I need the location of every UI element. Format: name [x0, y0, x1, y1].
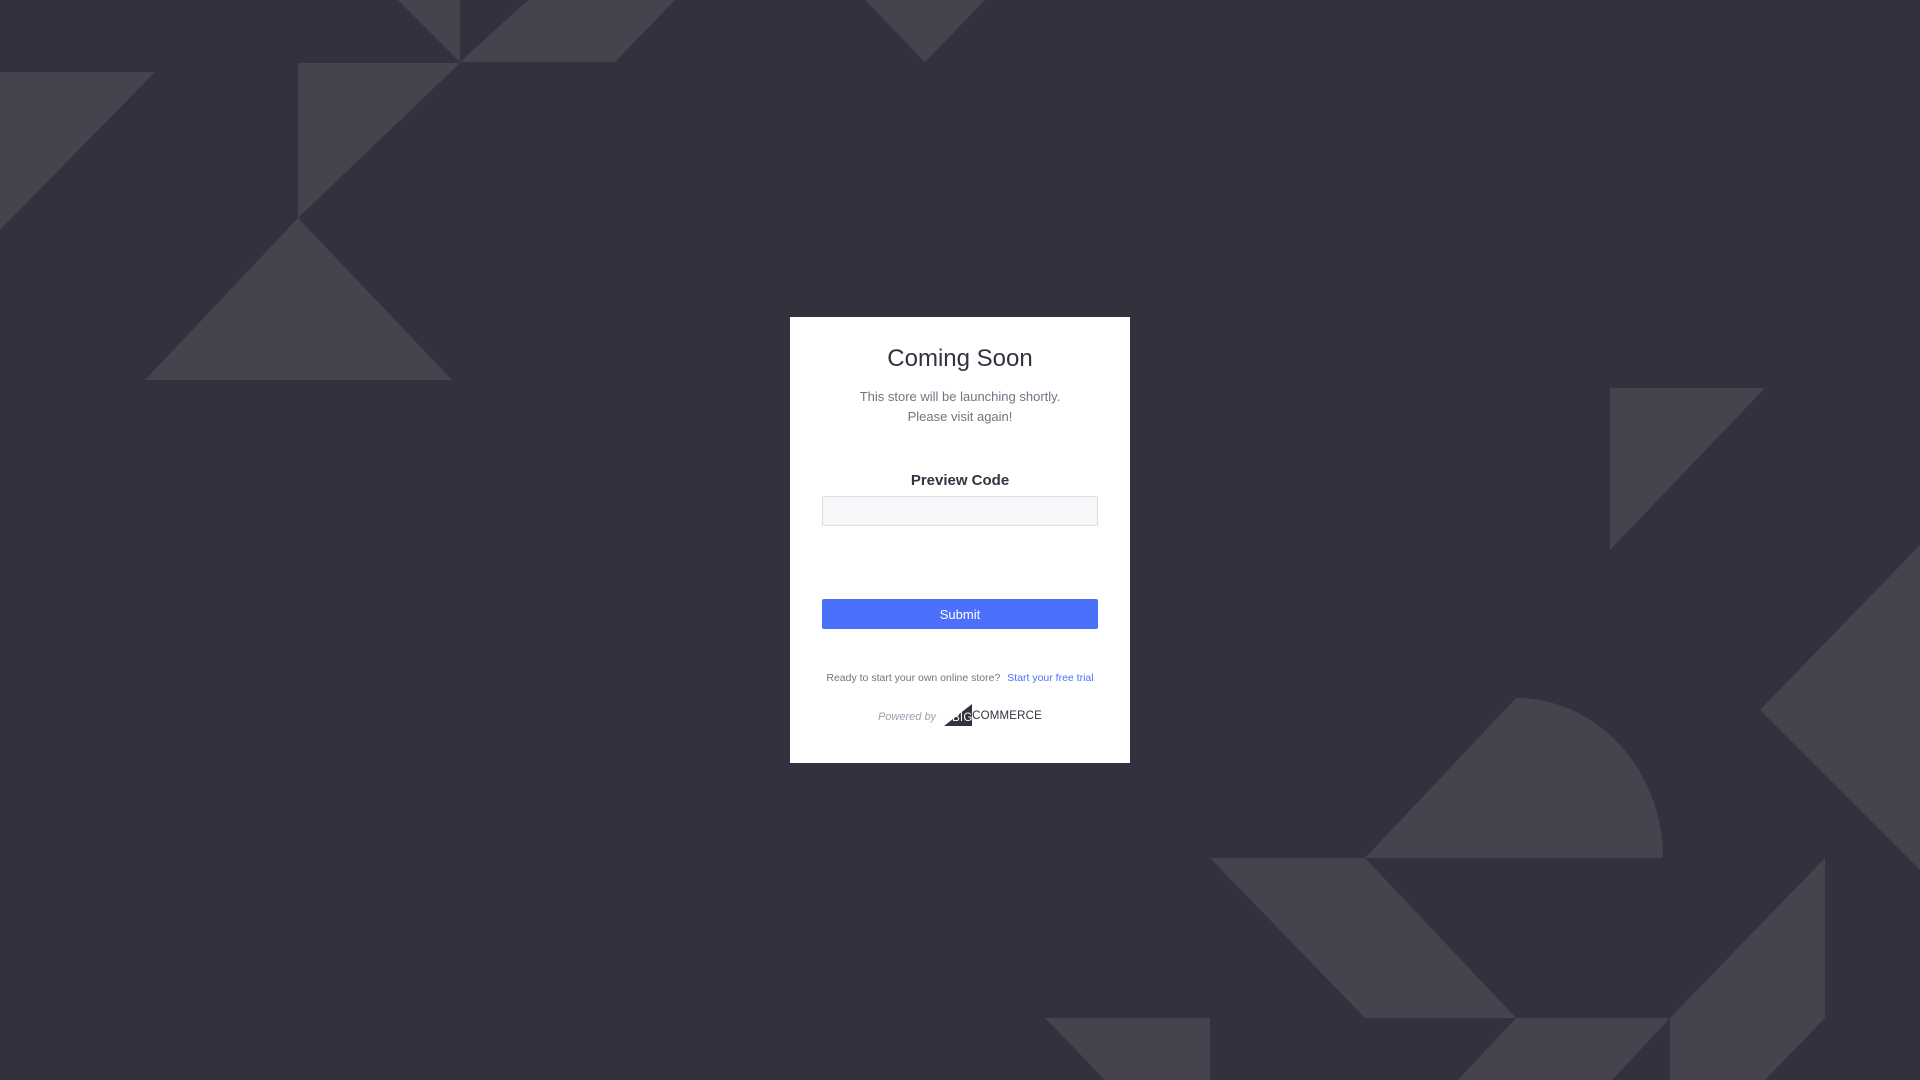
submit-button[interactable]: Submit [822, 599, 1098, 629]
preview-code-label: Preview Code [910, 472, 1010, 489]
logo-commerce-text: COMMERCE [972, 709, 1043, 722]
launch-message: This store will be launching shortly. [859, 389, 1061, 404]
bigcommerce-triangle-icon: BIG [944, 704, 972, 726]
free-trial-row: Ready to start your own online store? St… [790, 672, 1130, 684]
bigcommerce-logo[interactable]: BIG COMMERCE [944, 704, 1042, 726]
visit-again-message: Please visit again! [907, 409, 1013, 424]
free-trial-link[interactable]: Start your free trial [1007, 672, 1093, 684]
preview-code-input[interactable] [822, 496, 1098, 526]
coming-soon-card: Coming Soon This store will be launching… [790, 317, 1130, 763]
logo-big-text: BIG [952, 712, 973, 724]
page-title: Coming Soon [887, 345, 1033, 372]
powered-by-text: Powered by [877, 711, 937, 723]
powered-by-row: Powered by BIG COMMERCE [790, 703, 1130, 727]
trial-prompt-text: Ready to start your own online store? [826, 672, 1001, 684]
